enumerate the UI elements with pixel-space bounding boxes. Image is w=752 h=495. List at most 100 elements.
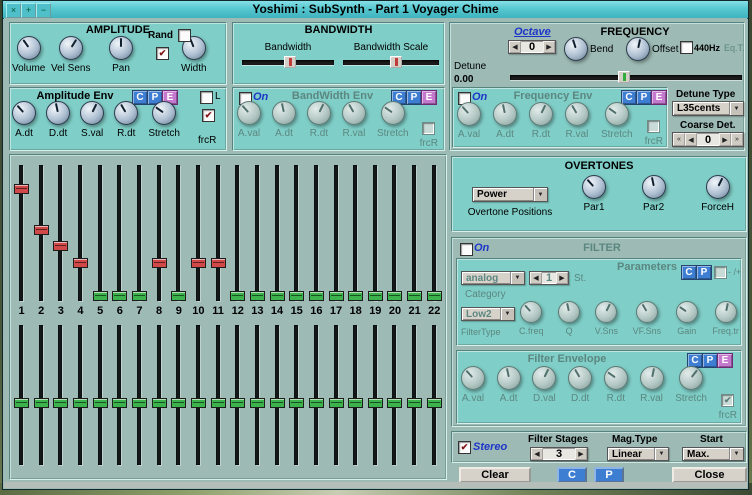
- velocity-sense-knob[interactable]: [59, 36, 83, 60]
- slider-handle[interactable]: [34, 225, 49, 235]
- slider-handle[interactable]: [53, 241, 68, 251]
- linear-env-checkbox[interactable]: [200, 91, 213, 104]
- d-val-knob[interactable]: [532, 366, 556, 390]
- coarse-decrease-button[interactable]: ◀: [685, 133, 697, 146]
- overtone-position-dropdown[interactable]: Power ▼: [472, 187, 548, 202]
- slider-handle[interactable]: [112, 398, 127, 408]
- harmonic-bandwidth-slider[interactable]: [112, 325, 127, 465]
- d-dt-knob[interactable]: [46, 101, 70, 125]
- slider-handle[interactable]: [34, 398, 49, 408]
- gain-sign-checkbox[interactable]: [714, 266, 727, 279]
- harmonic-magnitude-slider[interactable]: [132, 165, 147, 301]
- vf-sns-knob[interactable]: [636, 301, 658, 323]
- slider-handle[interactable]: [191, 398, 206, 408]
- titlebar[interactable]: × + − Yoshimi : SubSynth - Part 1 Voyage…: [3, 1, 748, 19]
- octave-decrease-button[interactable]: ◀: [509, 41, 521, 53]
- copy-button[interactable]: C: [681, 265, 697, 280]
- harmonic-bandwidth-slider[interactable]: [14, 325, 29, 465]
- filter-on-checkbox[interactable]: [460, 243, 473, 256]
- paste-button[interactable]: P: [696, 265, 712, 280]
- harmonic-magnitude-slider[interactable]: [53, 165, 68, 301]
- slider-handle[interactable]: [171, 291, 186, 301]
- harmonic-bandwidth-slider[interactable]: [289, 325, 304, 465]
- harmonic-bandwidth-slider[interactable]: [132, 325, 147, 465]
- slider-handle[interactable]: [427, 398, 442, 408]
- slider-handle[interactable]: [289, 398, 304, 408]
- slider-handle[interactable]: [211, 398, 226, 408]
- slider-handle[interactable]: [230, 398, 245, 408]
- detune-slider[interactable]: [510, 71, 742, 83]
- harmonic-bandwidth-slider[interactable]: [152, 325, 167, 465]
- slider-handle[interactable]: [407, 398, 422, 408]
- slider-handle[interactable]: [348, 398, 363, 408]
- slider-handle[interactable]: [112, 291, 127, 301]
- force-release-checkbox[interactable]: [647, 120, 660, 133]
- r-dt-knob[interactable]: [114, 101, 138, 125]
- force-release-checkbox[interactable]: ✔: [202, 109, 215, 122]
- slider-handle[interactable]: [284, 56, 296, 68]
- stereo-checkbox[interactable]: ✔: [458, 441, 471, 454]
- slider-handle[interactable]: [329, 398, 344, 408]
- r-dt-knob[interactable]: [307, 101, 331, 125]
- harmonic-magnitude-slider[interactable]: [73, 165, 88, 301]
- harmonic-magnitude-slider[interactable]: [348, 165, 363, 301]
- slider-handle[interactable]: [289, 291, 304, 301]
- slider-handle[interactable]: [407, 291, 422, 301]
- harmonic-magnitude-slider[interactable]: [329, 165, 344, 301]
- random-pan-checkbox[interactable]: [178, 29, 191, 42]
- harmonic-bandwidth-slider[interactable]: [250, 325, 265, 465]
- slider-handle[interactable]: [73, 258, 88, 268]
- coarse-increase-button[interactable]: ▶: [719, 133, 731, 146]
- a-dt-knob[interactable]: [12, 101, 36, 125]
- slider-handle[interactable]: [368, 291, 383, 301]
- v-sns-knob[interactable]: [595, 301, 617, 323]
- stretch-knob[interactable]: [381, 101, 405, 125]
- q-knob[interactable]: [558, 301, 580, 323]
- clear-button[interactable]: Clear: [459, 467, 531, 483]
- stages-increase-button[interactable]: ▶: [575, 448, 587, 460]
- slider-handle[interactable]: [73, 398, 88, 408]
- copy-button[interactable]: C: [557, 467, 587, 483]
- slider-handle[interactable]: [14, 398, 29, 408]
- harmonic-bandwidth-slider[interactable]: [387, 325, 402, 465]
- harmonic-bandwidth-slider[interactable]: [211, 325, 226, 465]
- harmonic-magnitude-slider[interactable]: [171, 165, 186, 301]
- slider-handle[interactable]: [368, 398, 383, 408]
- slider-handle[interactable]: [390, 56, 402, 68]
- harmonic-magnitude-slider[interactable]: [368, 165, 383, 301]
- harmonic-magnitude-slider[interactable]: [14, 165, 29, 301]
- harmonic-magnitude-slider[interactable]: [289, 165, 304, 301]
- harmonic-magnitude-slider[interactable]: [407, 165, 422, 301]
- pan-knob[interactable]: [109, 36, 133, 60]
- harmonic-magnitude-slider[interactable]: [34, 165, 49, 301]
- slider-handle[interactable]: [348, 291, 363, 301]
- filter-category-dropdown[interactable]: analog ▼: [461, 271, 525, 285]
- slider-handle[interactable]: [132, 291, 147, 301]
- slider-handle[interactable]: [387, 398, 402, 408]
- slider-handle[interactable]: [171, 398, 186, 408]
- harmonic-magnitude-slider[interactable]: [93, 165, 108, 301]
- harmonic-bandwidth-slider[interactable]: [34, 325, 49, 465]
- harmonic-bandwidth-slider[interactable]: [427, 325, 442, 465]
- harmonic-magnitude-slider[interactable]: [112, 165, 127, 301]
- harmonic-magnitude-slider[interactable]: [250, 165, 265, 301]
- slider-handle[interactable]: [309, 291, 324, 301]
- 440hz-checkbox[interactable]: [680, 41, 693, 54]
- slider-handle[interactable]: [270, 291, 285, 301]
- slider-handle[interactable]: [427, 291, 442, 301]
- r-val-knob[interactable]: [565, 102, 589, 126]
- slider-handle[interactable]: [250, 398, 265, 408]
- harmonic-magnitude-slider[interactable]: [230, 165, 245, 301]
- slider-handle[interactable]: [211, 258, 226, 268]
- harmonic-magnitude-slider[interactable]: [387, 165, 402, 301]
- slider-handle[interactable]: [387, 291, 402, 301]
- slider-handle[interactable]: [329, 291, 344, 301]
- harmonic-magnitude-slider[interactable]: [270, 165, 285, 301]
- harmonic-bandwidth-slider[interactable]: [407, 325, 422, 465]
- slider-handle[interactable]: [93, 398, 108, 408]
- r-val-knob[interactable]: [640, 366, 664, 390]
- octave-increase-button[interactable]: ▶: [543, 41, 555, 53]
- r-dt-knob[interactable]: [529, 102, 553, 126]
- freq-tr-knob[interactable]: [715, 301, 737, 323]
- a-dt-knob[interactable]: [493, 102, 517, 126]
